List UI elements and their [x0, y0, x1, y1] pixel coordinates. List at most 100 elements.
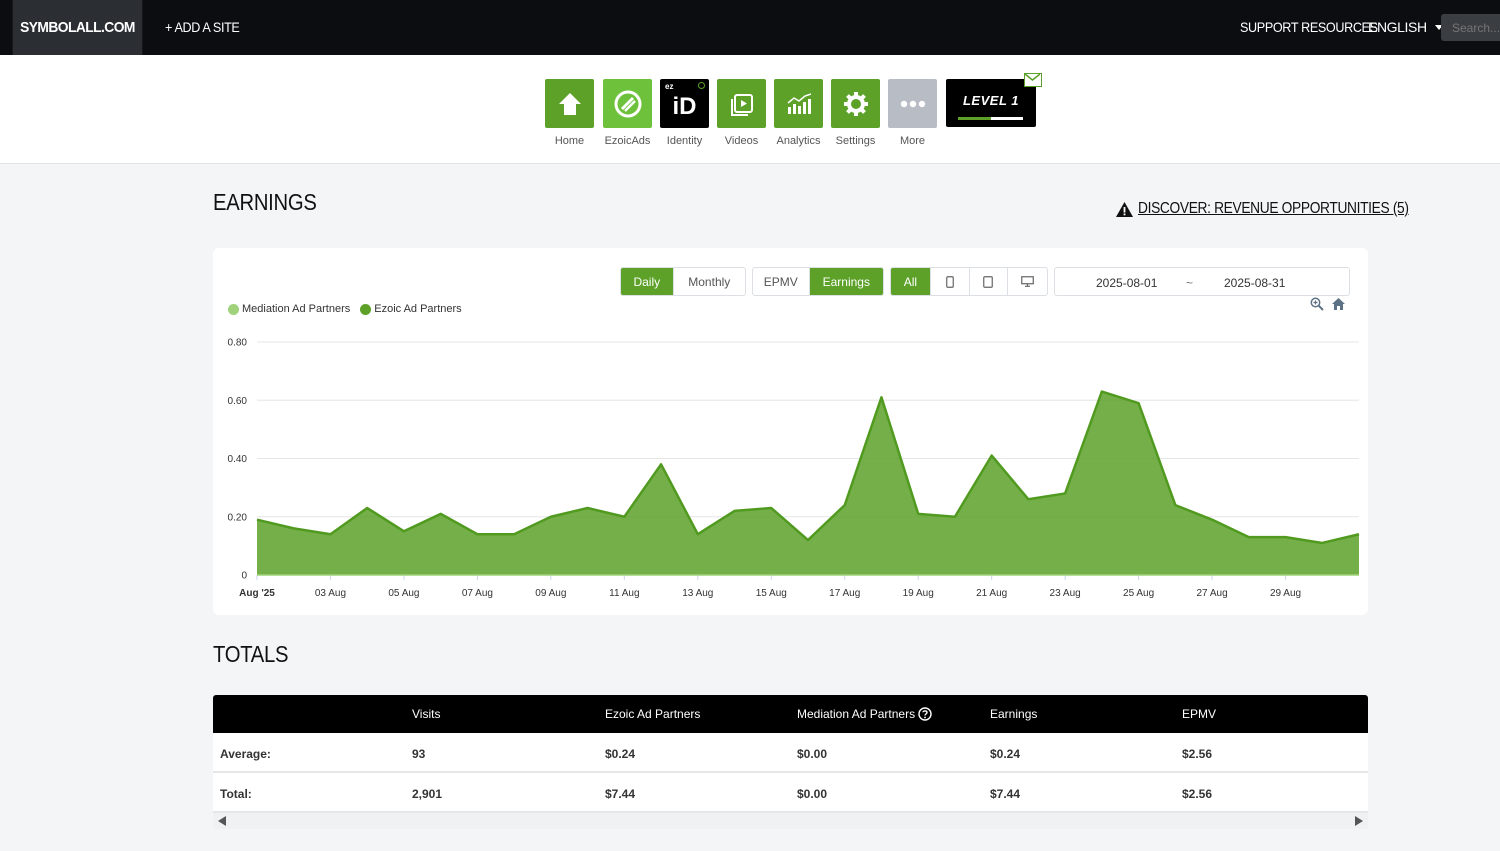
row-label: Average: [220, 747, 271, 761]
chart-tools [1310, 297, 1346, 311]
app-home[interactable]: Home [545, 79, 594, 147]
top-navbar: SYMBOLALL.COM + ADD A SITE SUPPORT RESOU… [0, 0, 1500, 55]
level-progress-bar [958, 117, 1023, 120]
table-row: Total: 2,901 $7.44 $0.00 $7.44 $2.56 [213, 773, 1368, 813]
level-badge[interactable]: LEVEL 1 [946, 79, 1036, 127]
date-end: 2025-08-31 [1224, 276, 1286, 290]
add-site-link[interactable]: + ADD A SITE [165, 19, 240, 35]
series-area-ezoic [257, 391, 1359, 575]
legend-dot-mediation [228, 303, 239, 315]
daily-button[interactable]: Daily [621, 268, 674, 295]
discover-revenue-link[interactable]: DISCOVER: REVENUE OPPORTUNITIES (5) [1115, 200, 1453, 218]
site-brand-link[interactable]: SYMBOLALL.COM [12, 0, 143, 55]
chart-legend: Mediation Ad Partners Ezoic Ad Partners [228, 303, 462, 315]
ezoic-ads-icon [603, 79, 652, 128]
identity-tile-text: iD [672, 92, 697, 120]
video-play-icon [717, 79, 766, 128]
x-tick-label: 13 Aug [682, 588, 713, 599]
reset-home-icon[interactable] [1331, 297, 1346, 311]
earnings-chart-panel: Daily Monthly EPMV Earnings All 2025-08-… [213, 248, 1368, 615]
legend-label-mediation: Mediation Ad Partners [242, 303, 351, 315]
device-all-button[interactable]: All [891, 268, 931, 295]
app-label: More [899, 135, 926, 147]
x-tick-label: 09 Aug [535, 588, 566, 599]
x-tick-label: 19 Aug [903, 588, 934, 599]
device-desktop-button[interactable] [1008, 268, 1047, 295]
cell-mediation: $0.00 [797, 787, 828, 801]
x-tick-label: 11 Aug [609, 588, 639, 599]
app-more[interactable]: More [888, 79, 937, 147]
language-dropdown[interactable]: ENGLISH [1368, 19, 1443, 35]
earnings-button[interactable]: Earnings [809, 268, 883, 295]
mail-envelope-icon[interactable] [1024, 73, 1042, 87]
x-tick-label: 27 Aug [1196, 588, 1227, 599]
scroll-right-icon[interactable] [1355, 816, 1363, 826]
app-settings[interactable]: Settings [831, 79, 880, 147]
monthly-button[interactable]: Monthly [674, 268, 745, 295]
y-tick-label: 0.60 [228, 396, 248, 407]
device-phone-button[interactable] [931, 268, 970, 295]
x-tick-label: Aug '25 [239, 588, 275, 599]
app-analytics[interactable]: Analytics [774, 79, 823, 147]
date-range-picker[interactable]: 2025-08-01 ~ 2025-08-31 [1054, 267, 1350, 296]
help-question-icon[interactable] [918, 707, 932, 721]
app-launcher-bar: Home EzoicAds ez iD Identity Videos Anal… [0, 55, 1500, 164]
cell-ezoic: $7.44 [605, 787, 636, 801]
horizontal-scrollbar[interactable] [213, 813, 1368, 829]
series-line-ezoic [256, 390, 1360, 545]
metric-toggle: EPMV Earnings [752, 267, 884, 296]
col-visits: Visits [412, 707, 441, 721]
earnings-heading: EARNINGS [213, 189, 317, 215]
col-ezoic-ad-partners: Ezoic Ad Partners [605, 707, 701, 721]
device-tablet-button[interactable] [970, 268, 1009, 295]
identity-id-icon: ez iD [660, 79, 709, 128]
support-resources-link[interactable]: SUPPORT RESOURCES [1240, 19, 1378, 35]
cell-visits: 93 [412, 747, 426, 761]
cell-earnings: $0.24 [990, 747, 1021, 761]
tablet-icon [983, 275, 994, 288]
gear-icon [831, 79, 880, 128]
app-identity[interactable]: ez iD Identity [660, 79, 709, 147]
device-toggle: All [890, 267, 1048, 296]
scroll-left-icon[interactable] [218, 816, 226, 826]
home-icon [545, 79, 594, 128]
y-tick-label: 0.80 [228, 338, 248, 349]
totals-table-header: Visits Ezoic Ad Partners Mediation Ad Pa… [213, 695, 1368, 733]
x-tick-label: 07 Aug [462, 588, 493, 599]
totals-heading: TOTALS [213, 641, 289, 667]
legend-item-ezoic[interactable]: Ezoic Ad Partners [360, 303, 462, 315]
cell-earnings: $7.44 [990, 787, 1021, 801]
epmv-button[interactable]: EPMV [753, 268, 810, 295]
x-tick-label: 15 Aug [756, 588, 787, 599]
cell-epmv: $2.56 [1182, 787, 1213, 801]
analytics-chart-icon [774, 79, 823, 128]
y-tick-label: 0.20 [228, 512, 248, 523]
app-videos[interactable]: Videos [717, 79, 766, 147]
identity-sub: ez [665, 82, 674, 91]
y-tick-label: 0 [241, 571, 247, 582]
zoom-in-icon[interactable] [1310, 297, 1324, 311]
x-tick-label: 17 Aug [829, 588, 860, 599]
more-dots-icon [888, 79, 937, 128]
cell-epmv: $2.56 [1182, 747, 1213, 761]
col-earnings: Earnings [990, 707, 1038, 721]
language-label: ENGLISH [1368, 19, 1427, 35]
phone-icon [945, 275, 954, 288]
x-tick-label: 05 Aug [388, 588, 419, 599]
y-tick-label: 0.40 [228, 454, 248, 465]
table-row: Average: 93 $0.24 $0.00 $0.24 $2.56 [213, 733, 1368, 773]
period-toggle: Daily Monthly [620, 267, 746, 296]
x-tick-label: 23 Aug [1050, 588, 1081, 599]
cell-mediation: $0.00 [797, 747, 828, 761]
col-epmv: EPMV [1182, 707, 1217, 721]
discover-label: DISCOVER: REVENUE OPPORTUNITIES (5) [1138, 200, 1409, 217]
search-input[interactable] [1441, 14, 1500, 41]
cell-ezoic: $0.24 [605, 747, 636, 761]
totals-table: Visits Ezoic Ad Partners Mediation Ad Pa… [213, 695, 1368, 829]
x-tick-label: 21 Aug [976, 588, 1007, 599]
date-separator: ~ [1186, 276, 1194, 290]
legend-item-mediation[interactable]: Mediation Ad Partners [228, 303, 350, 315]
level-label: LEVEL 1 [962, 93, 1019, 108]
cell-visits: 2,901 [412, 787, 443, 801]
app-ezoicads[interactable]: EzoicAds [603, 79, 652, 147]
